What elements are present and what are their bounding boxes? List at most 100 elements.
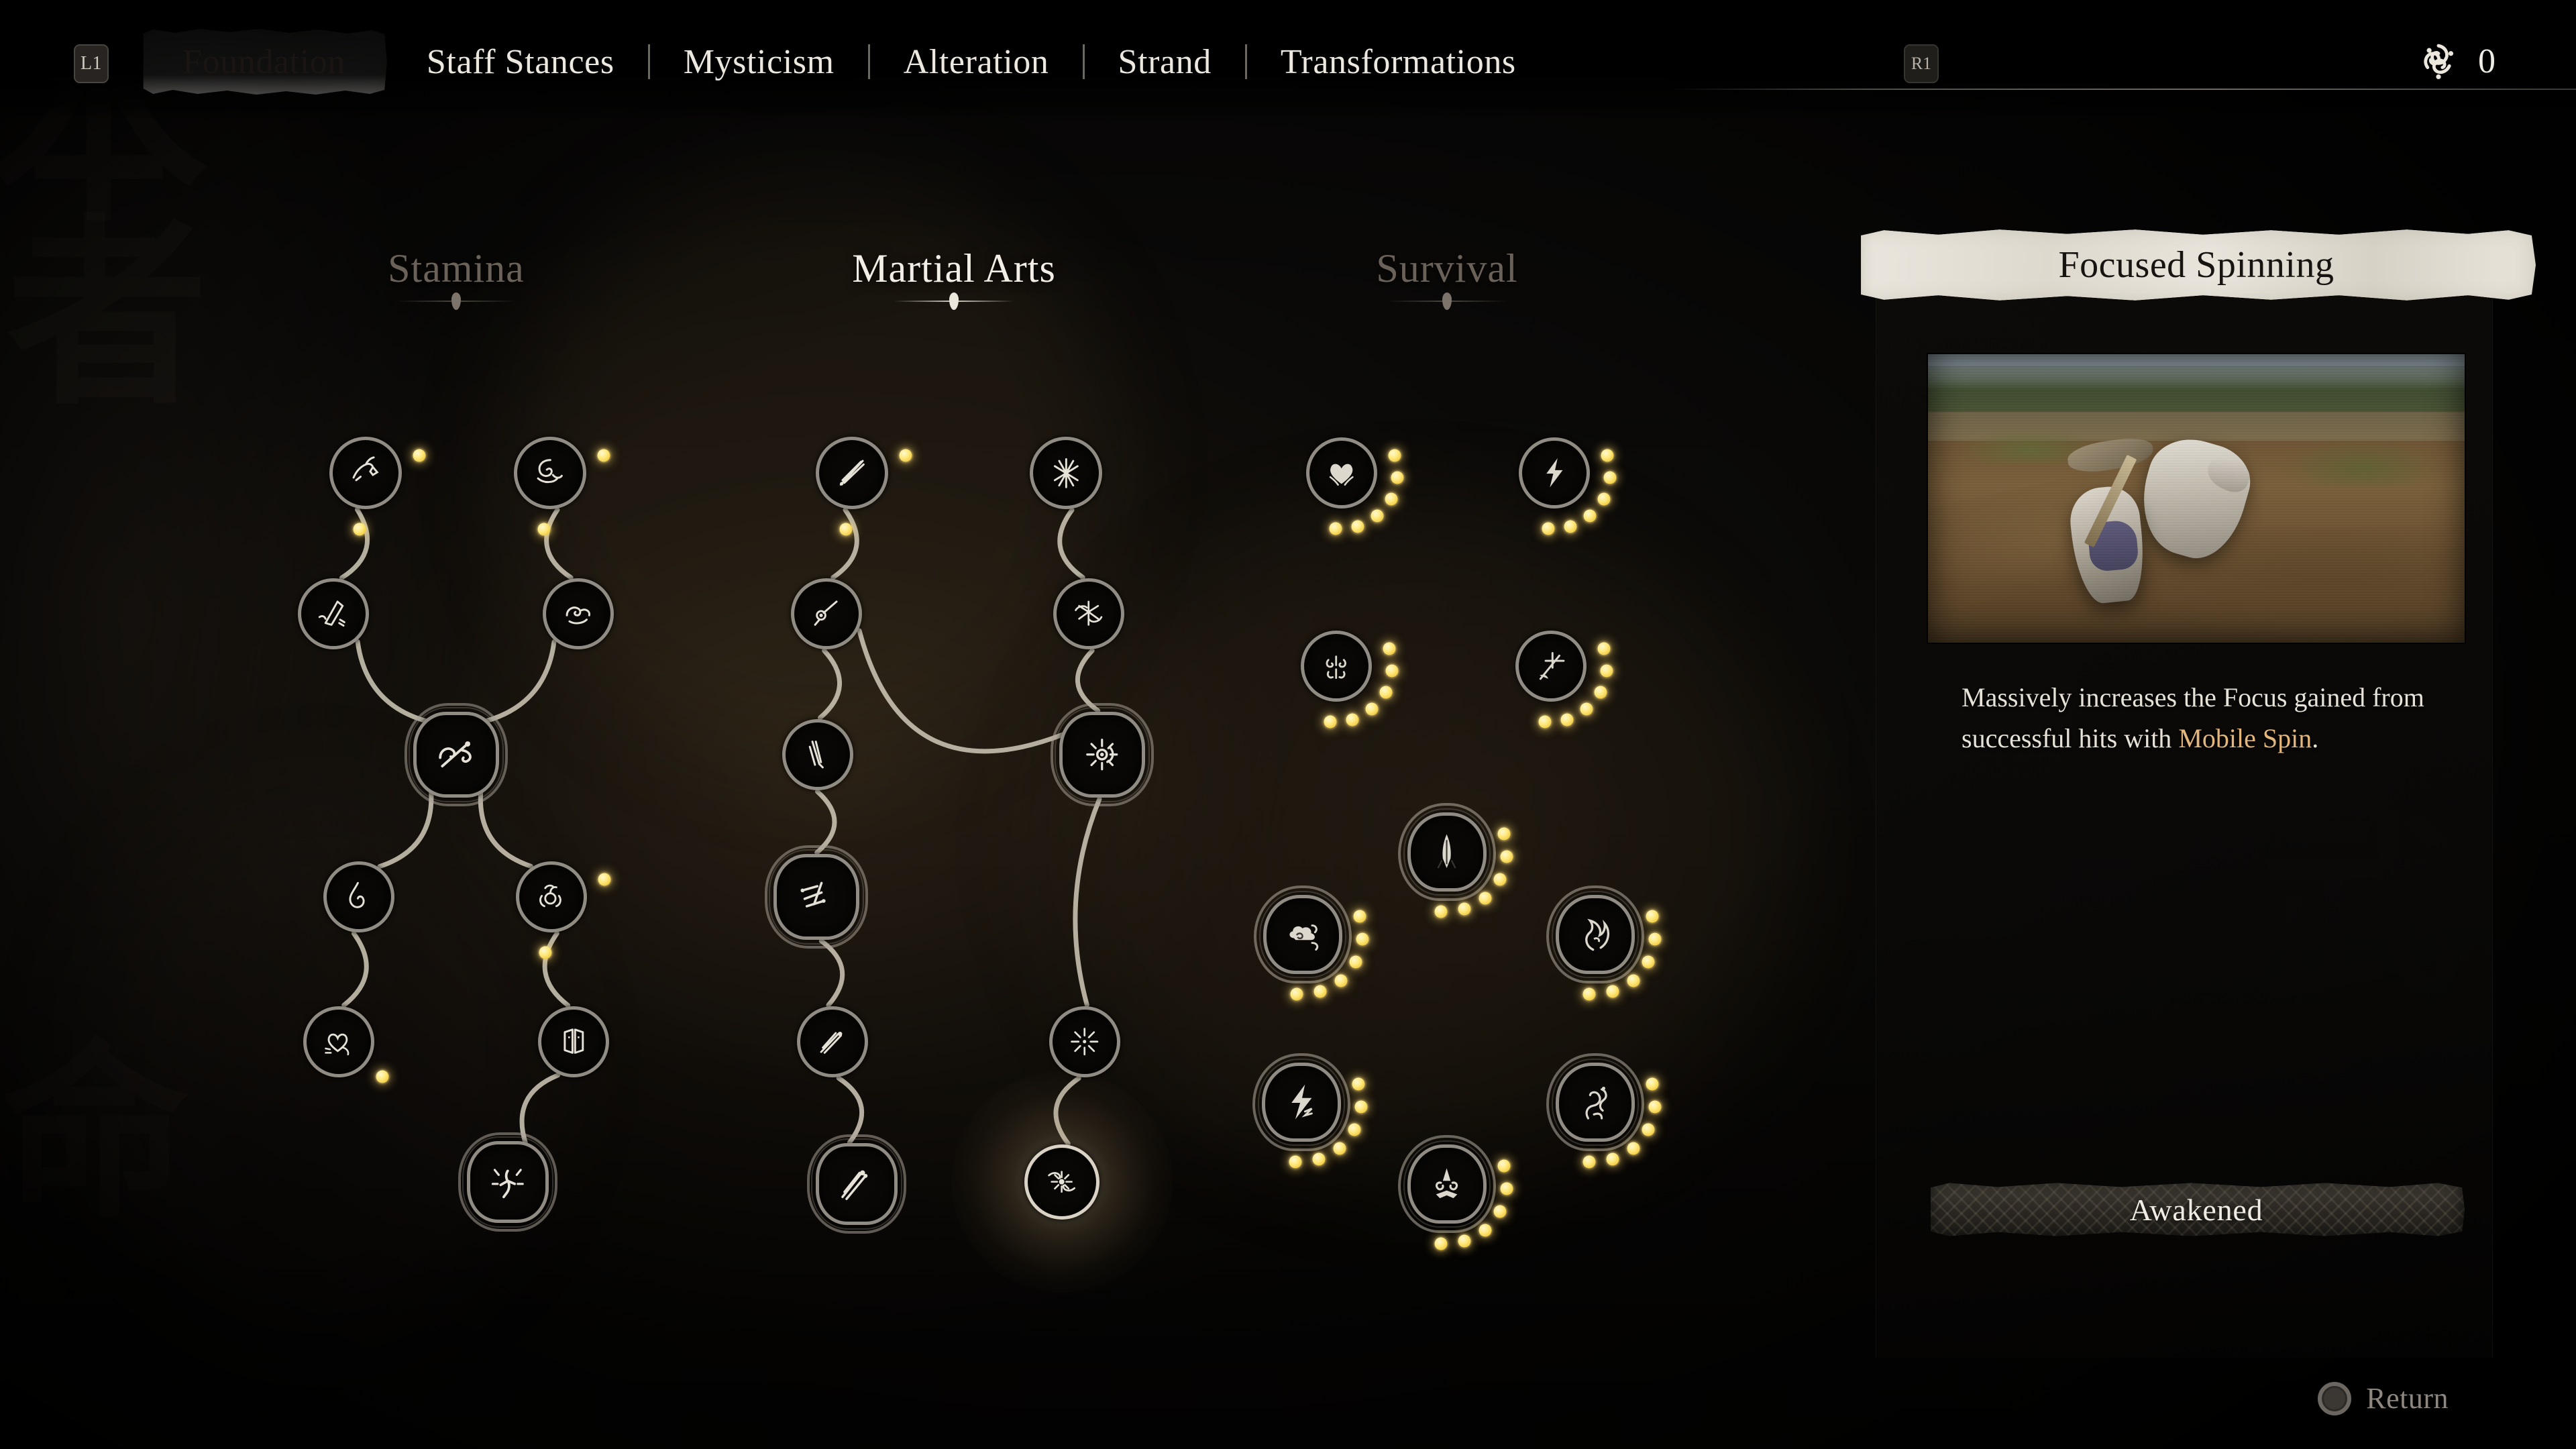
skill-edge	[830, 507, 859, 580]
skill-node[interactable]	[538, 1006, 609, 1077]
ornament-crest-icon	[1316, 645, 1356, 686]
top-navigation-bar: L1 R1 Foundation Staff Stances Mysticism Al…	[0, 0, 2576, 121]
burst-figure-icon	[484, 1158, 532, 1206]
skill-node[interactable]	[782, 719, 853, 790]
skill-edge	[542, 930, 571, 1008]
swirl-blade-icon	[529, 452, 572, 494]
column-header-label: Survival	[1376, 246, 1518, 290]
tab-transformations[interactable]: Transformations	[1251, 25, 1546, 98]
return-button-label: Return	[2366, 1382, 2449, 1415]
skill-node[interactable]	[298, 578, 369, 649]
skill-node-frame	[773, 854, 859, 940]
skill-edge	[482, 639, 557, 724]
skill-node[interactable]	[516, 861, 611, 959]
skill-node[interactable]	[329, 437, 426, 535]
skill-edge	[339, 507, 370, 580]
skill-node[interactable]	[791, 578, 862, 649]
currency-count: 0	[2478, 42, 2496, 80]
skill-preview-video[interactable]	[1928, 354, 2465, 643]
skill-node[interactable]	[1030, 437, 1102, 509]
skill-node-frame	[816, 1143, 898, 1225]
bolt-rise-icon	[1278, 1079, 1324, 1125]
skill-node[interactable]	[1546, 1053, 1662, 1168]
right-bumper-badge[interactable]: R1	[1904, 44, 1939, 83]
skill-node[interactable]	[816, 437, 912, 535]
skill-edge	[1053, 1075, 1081, 1146]
tab-foundation[interactable]: Foundation	[141, 25, 387, 98]
skill-node-frame	[797, 1006, 868, 1077]
skill-node-frame	[1059, 712, 1145, 798]
skill-node[interactable]	[1053, 578, 1124, 649]
skill-node-frame	[329, 437, 402, 509]
skill-node[interactable]	[1398, 1135, 1513, 1250]
lightning-icon	[1534, 452, 1574, 493]
skill-node[interactable]	[1515, 631, 1613, 728]
skill-edge	[817, 648, 842, 720]
skill-title: Focused Spinning	[2058, 244, 2334, 286]
tab-label: Foundation	[182, 42, 345, 81]
skill-node[interactable]	[765, 845, 868, 949]
skill-edge	[1073, 796, 1102, 1008]
column-header-stamina[interactable]: Stamina	[268, 246, 644, 310]
column-header-rule	[396, 292, 517, 310]
skill-node[interactable]	[405, 703, 508, 806]
skill-node-frame	[413, 712, 499, 798]
left-bumper-badge[interactable]: L1	[74, 44, 109, 83]
skill-node[interactable]	[807, 1134, 906, 1234]
focused-spin-icon	[1040, 1160, 1083, 1203]
tab-strand[interactable]: Strand	[1089, 25, 1241, 98]
skill-node[interactable]	[1049, 1006, 1120, 1077]
skill-node[interactable]	[951, 1071, 1173, 1293]
tab-staff-stances[interactable]: Staff Stances	[397, 25, 644, 98]
staff-thrust-icon	[831, 452, 873, 494]
skill-node-frame	[514, 437, 586, 509]
skill-node[interactable]	[1519, 437, 1617, 535]
skill-node[interactable]	[514, 437, 610, 535]
skill-node[interactable]	[1252, 1053, 1368, 1168]
burst-star-icon	[1064, 1021, 1105, 1062]
spark-triskelion-icon	[2414, 35, 2463, 88]
skill-node[interactable]	[1254, 885, 1369, 1000]
awaken-button[interactable]: Awakened	[1931, 1183, 2465, 1236]
leap-kick-icon	[345, 452, 387, 494]
flame-spirit-icon	[1572, 911, 1618, 957]
skill-node-frame	[1556, 895, 1635, 974]
feather-blade-icon	[1424, 828, 1470, 875]
skill-node[interactable]	[458, 1132, 557, 1232]
thrust-combo-icon	[812, 1021, 853, 1062]
tab-label: Mysticism	[683, 42, 835, 81]
skill-node-frame	[1556, 1063, 1635, 1142]
multi-staff-icon	[791, 871, 842, 922]
skill-node[interactable]	[1398, 803, 1513, 918]
tab-label: Transformations	[1280, 42, 1516, 81]
skill-node-frame	[1515, 631, 1587, 702]
skill-node[interactable]	[1546, 885, 1662, 1000]
smoke-serpent-icon	[1572, 1079, 1618, 1125]
staff-swirl-icon	[431, 729, 482, 780]
skill-description-suffix: .	[2312, 722, 2319, 753]
skill-node[interactable]	[303, 1006, 388, 1083]
spin-fan-icon	[1045, 452, 1087, 494]
skill-node[interactable]	[1306, 437, 1404, 535]
skill-node-frame	[1306, 437, 1377, 508]
skill-node-frame	[298, 578, 369, 649]
tab-label: Strand	[1118, 42, 1212, 81]
skill-node[interactable]	[1051, 703, 1154, 806]
skill-node-frame	[1262, 1063, 1341, 1142]
skill-node[interactable]	[543, 578, 614, 649]
skill-node[interactable]	[1301, 631, 1399, 728]
pillar-spin-icon	[1077, 729, 1128, 780]
tab-mysticism[interactable]: Mysticism	[654, 25, 864, 98]
skill-node[interactable]	[797, 1006, 868, 1077]
skill-node-frame	[791, 578, 862, 649]
column-header-survival[interactable]: Survival	[1259, 246, 1635, 310]
skill-node-frame	[782, 719, 853, 790]
skill-node[interactable]	[323, 861, 394, 932]
tab-alteration[interactable]: Alteration	[874, 25, 1079, 98]
tab-separator	[1082, 44, 1085, 79]
tab-strip[interactable]: Foundation Staff Stances Mysticism Alterati…	[141, 25, 1546, 98]
return-button[interactable]: Return	[2318, 1381, 2449, 1415]
staff-pommel-icon	[806, 593, 847, 634]
column-header-label: Stamina	[388, 246, 525, 290]
column-header-martial-arts[interactable]: Martial Arts	[766, 248, 1142, 310]
